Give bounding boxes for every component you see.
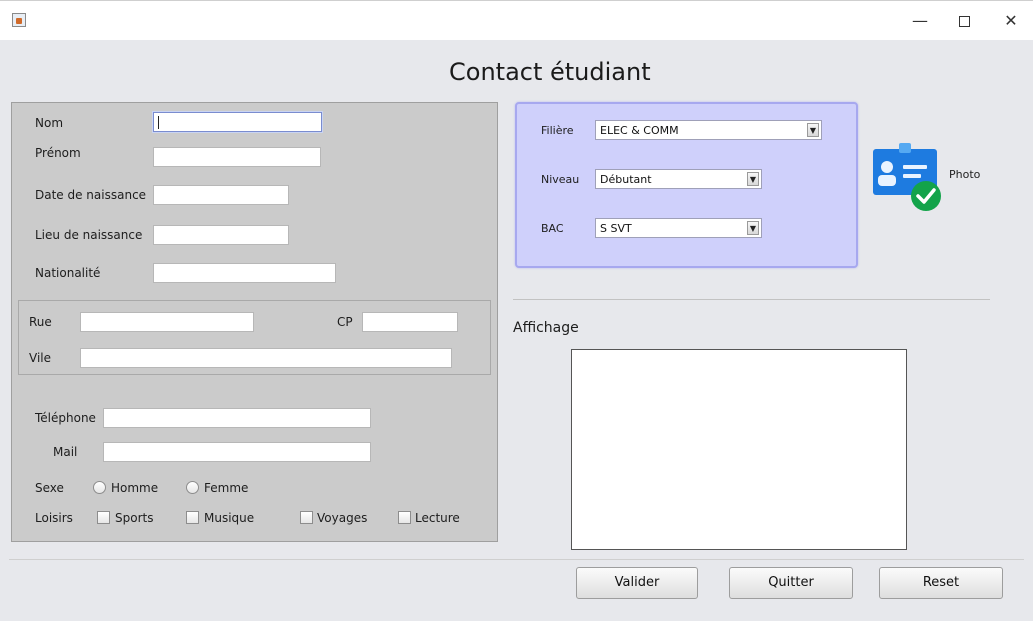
prenom-label: Prénom [35, 146, 81, 160]
homme-radio[interactable] [93, 481, 106, 494]
filiere-value: ELEC & COMM [600, 124, 679, 137]
sexe-label: Sexe [35, 481, 64, 495]
cp-label: CP [337, 315, 353, 329]
loisirs-label: Loisirs [35, 511, 73, 525]
voyages-checkbox[interactable] [300, 511, 313, 524]
lecture-label: Lecture [415, 511, 460, 525]
reset-button[interactable]: Reset [879, 567, 1003, 599]
homme-label: Homme [111, 481, 159, 495]
window-content: Contact étudiant Nom Prénom Date de nais… [0, 40, 1033, 621]
mail-label: Mail [53, 445, 78, 459]
bac-value: S SVT [600, 222, 632, 235]
nom-label: Nom [35, 116, 64, 130]
affichage-textarea[interactable] [571, 349, 907, 550]
filiere-label: Filière [541, 124, 574, 137]
window-titlebar: — ✕ [0, 0, 1033, 40]
lieu-naissance-field[interactable] [153, 225, 289, 245]
chevron-down-icon: ▼ [747, 221, 759, 235]
nationalite-field[interactable] [153, 263, 336, 283]
telephone-label: Téléphone [35, 411, 96, 425]
divider [513, 299, 990, 300]
page-title: Contact étudiant [449, 58, 651, 86]
chevron-down-icon: ▼ [807, 123, 819, 137]
bac-label: BAC [541, 222, 564, 235]
nationalite-label: Nationalité [35, 266, 101, 280]
photo-label: Photo [949, 168, 981, 181]
filiere-dropdown[interactable]: ELEC & COMM ▼ [595, 120, 822, 140]
cp-field[interactable] [362, 312, 458, 332]
rue-label: Rue [29, 315, 52, 329]
musique-label: Musique [204, 511, 255, 525]
java-app-icon [12, 13, 26, 27]
chevron-down-icon: ▼ [747, 172, 759, 186]
femme-radio[interactable] [186, 481, 199, 494]
niveau-label: Niveau [541, 173, 580, 186]
date-naissance-label: Date de naissance [35, 188, 147, 202]
affichage-label: Affichage [513, 320, 579, 336]
bac-dropdown[interactable]: S SVT ▼ [595, 218, 762, 238]
mail-field[interactable] [103, 442, 371, 462]
date-naissance-field[interactable] [153, 185, 289, 205]
rue-field[interactable] [80, 312, 254, 332]
niveau-dropdown[interactable]: Débutant ▼ [595, 169, 762, 189]
femme-label: Femme [204, 481, 249, 495]
close-button[interactable]: ✕ [996, 9, 1026, 33]
id-card-photo-icon[interactable] [871, 143, 945, 213]
maximize-icon [958, 16, 970, 27]
divider [9, 559, 1024, 560]
valider-button[interactable]: Valider [576, 567, 698, 599]
telephone-field[interactable] [103, 408, 371, 428]
sports-label: Sports [115, 511, 154, 525]
text-caret [158, 116, 159, 129]
musique-checkbox[interactable] [186, 511, 199, 524]
selection-panel: Filière ELEC & COMM ▼ Niveau Débutant ▼ … [515, 102, 858, 268]
lieu-naissance-label: Lieu de naissance [35, 228, 143, 242]
lecture-checkbox[interactable] [398, 511, 411, 524]
niveau-value: Débutant [600, 173, 652, 186]
nom-field[interactable] [153, 112, 322, 132]
sports-checkbox[interactable] [97, 511, 110, 524]
ville-field[interactable] [80, 348, 452, 368]
quitter-button[interactable]: Quitter [729, 567, 853, 599]
maximize-button[interactable] [949, 9, 979, 33]
prenom-field[interactable] [153, 147, 321, 167]
student-info-panel: Nom Prénom Date de naissance Lieu de nai… [11, 102, 498, 542]
address-group: Rue CP Vile [18, 300, 491, 375]
minimize-button[interactable]: — [905, 9, 935, 33]
voyages-label: Voyages [317, 511, 368, 525]
ville-label: Vile [29, 351, 51, 365]
